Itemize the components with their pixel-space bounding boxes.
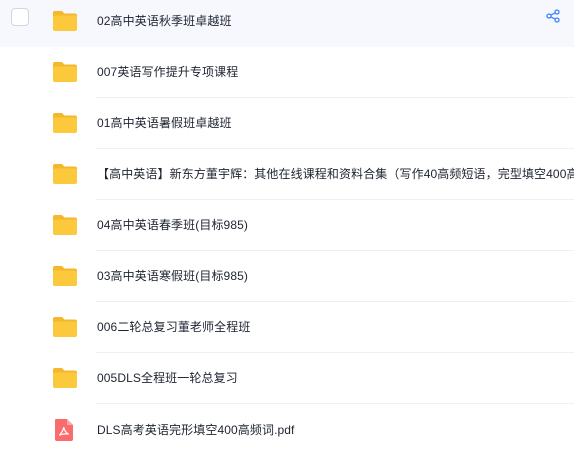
file-row[interactable]: 007英语写作提升专项课程: [0, 47, 574, 98]
file-name[interactable]: 02高中英语秋季班卓越班: [97, 13, 232, 29]
folder-icon: [53, 368, 77, 388]
file-name[interactable]: 04高中英语春季班(目标985): [97, 217, 248, 233]
file-name[interactable]: 03高中英语寒假班(目标985): [97, 268, 248, 284]
select-checkbox[interactable]: [11, 8, 29, 26]
file-row[interactable]: 03高中英语寒假班(目标985): [0, 251, 574, 302]
file-row[interactable]: 01高中英语暑假班卓越班: [0, 98, 574, 149]
file-row[interactable]: 【高中英语】新东方董宇辉：其他在线课程和资料合集（写作40高频短语，完型填空40…: [0, 149, 574, 200]
folder-icon: [53, 215, 77, 235]
file-name[interactable]: 007英语写作提升专项课程: [97, 64, 238, 80]
file-list: 02高中英语秋季班卓越班 007英语写作提升专项课程 01高中英语暑假班卓越班: [0, 0, 574, 451]
folder-icon: [53, 317, 77, 337]
file-row[interactable]: 005DLS全程班一轮总复习: [0, 353, 574, 404]
file-row[interactable]: 04高中英语春季班(目标985): [0, 200, 574, 251]
folder-icon: [53, 11, 77, 31]
file-row[interactable]: DLS高考英语完形填空400高频词.pdf: [0, 404, 574, 455]
file-row[interactable]: 02高中英语秋季班卓越班: [0, 0, 574, 47]
pdf-file-icon: [55, 419, 73, 441]
file-name[interactable]: 005DLS全程班一轮总复习: [97, 370, 238, 386]
file-name[interactable]: DLS高考英语完形填空400高频词.pdf: [97, 422, 294, 438]
folder-icon: [53, 62, 77, 82]
folder-icon: [53, 113, 77, 133]
file-name[interactable]: 【高中英语】新东方董宇辉：其他在线课程和资料合集（写作40高频短语，完型填空40…: [97, 166, 574, 182]
file-row[interactable]: 006二轮总复习董老师全程班: [0, 302, 574, 353]
file-name[interactable]: 006二轮总复习董老师全程班: [97, 319, 250, 335]
folder-icon: [53, 164, 77, 184]
share-icon[interactable]: [546, 9, 560, 23]
file-name[interactable]: 01高中英语暑假班卓越班: [97, 115, 232, 131]
folder-icon: [53, 266, 77, 286]
